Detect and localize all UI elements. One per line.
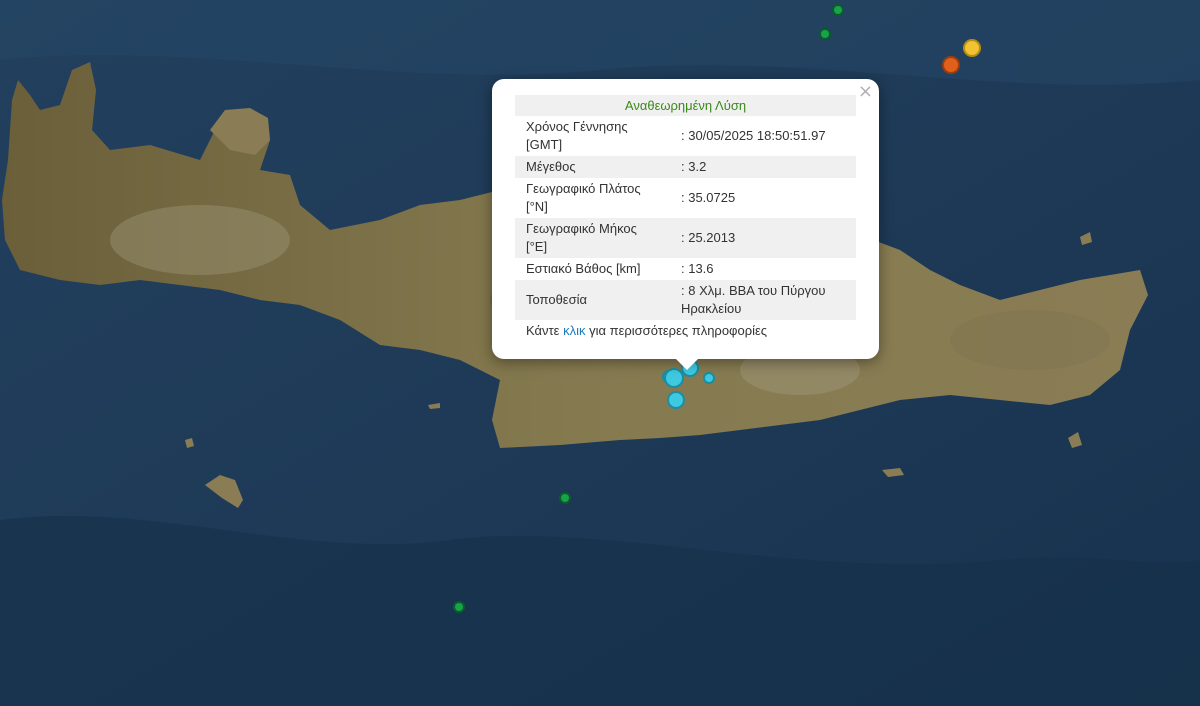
table-row: Χρόνος Γέννησης [GMT] : 30/05/2025 18:50… bbox=[515, 116, 856, 156]
earthquake-marker[interactable] bbox=[559, 492, 571, 504]
row-value-latitude: : 35.0725 bbox=[681, 190, 736, 205]
earthquake-info-popup: × Αναθεωρημένη Λύση Χρόνος Γέννησης [GMT… bbox=[492, 79, 879, 359]
table-row: Μέγεθος : 3.2 bbox=[515, 156, 856, 178]
more-info-link[interactable]: κλικ bbox=[563, 323, 585, 338]
table-row: Τοποθεσία : 8 Χλμ. ΒΒΑ του Πύργου Ηρακλε… bbox=[515, 280, 856, 320]
mountain-region bbox=[110, 205, 290, 275]
more-info-text: Κάντε κλικ για περισσότερες πληροφορίες bbox=[515, 320, 856, 342]
earthquake-marker[interactable] bbox=[453, 601, 465, 613]
earthquake-marker[interactable] bbox=[832, 4, 844, 16]
info-table: Χρόνος Γέννησης [GMT] : 30/05/2025 18:50… bbox=[515, 116, 856, 320]
more-info-prefix: Κάντε bbox=[526, 323, 564, 338]
popup-pointer bbox=[675, 358, 699, 370]
table-row: Γεωγραφικό Πλάτος [°N] : 35.0725 bbox=[515, 178, 856, 218]
row-value-depth: : 13.6 bbox=[681, 261, 714, 276]
row-label-origin-time: Χρόνος Γέννησης [GMT] bbox=[526, 119, 628, 152]
earthquake-marker[interactable] bbox=[819, 28, 831, 40]
row-value-origin-time: : 30/05/2025 18:50:51.97 bbox=[681, 128, 826, 143]
row-value-magnitude: : 3.2 bbox=[670, 156, 856, 178]
row-label-longitude: Γεωγραφικό Μήκος [°E] bbox=[515, 218, 670, 258]
close-icon[interactable]: × bbox=[858, 83, 873, 101]
row-label-latitude: Γεωγραφικό Πλάτος [°N] bbox=[526, 181, 641, 214]
earthquake-marker-selected[interactable] bbox=[664, 368, 684, 388]
earthquake-marker[interactable] bbox=[942, 56, 960, 74]
earthquake-marker[interactable] bbox=[963, 39, 981, 57]
earthquake-marker[interactable] bbox=[703, 372, 715, 384]
row-value-location: : 8 Χλμ. ΒΒΑ του Πύργου Ηρακλείου bbox=[670, 280, 856, 320]
popup-title: Αναθεωρημένη Λύση bbox=[515, 95, 856, 116]
row-label-magnitude: Μέγεθος bbox=[515, 156, 670, 178]
row-label-depth: Εστιακό Βάθος [km] bbox=[526, 261, 641, 276]
row-label-location: Τοποθεσία bbox=[515, 280, 670, 320]
table-row: Εστιακό Βάθος [km] : 13.6 bbox=[515, 258, 856, 280]
popup-content: Αναθεωρημένη Λύση Χρόνος Γέννησης [GMT] … bbox=[515, 95, 856, 342]
mountain-region bbox=[950, 310, 1110, 370]
more-info-suffix: για περισσότερες πληροφορίες bbox=[585, 323, 768, 338]
earthquake-marker[interactable] bbox=[667, 391, 685, 409]
row-value-longitude: : 25.2013 bbox=[670, 218, 856, 258]
table-row: Γεωγραφικό Μήκος [°E] : 25.2013 bbox=[515, 218, 856, 258]
